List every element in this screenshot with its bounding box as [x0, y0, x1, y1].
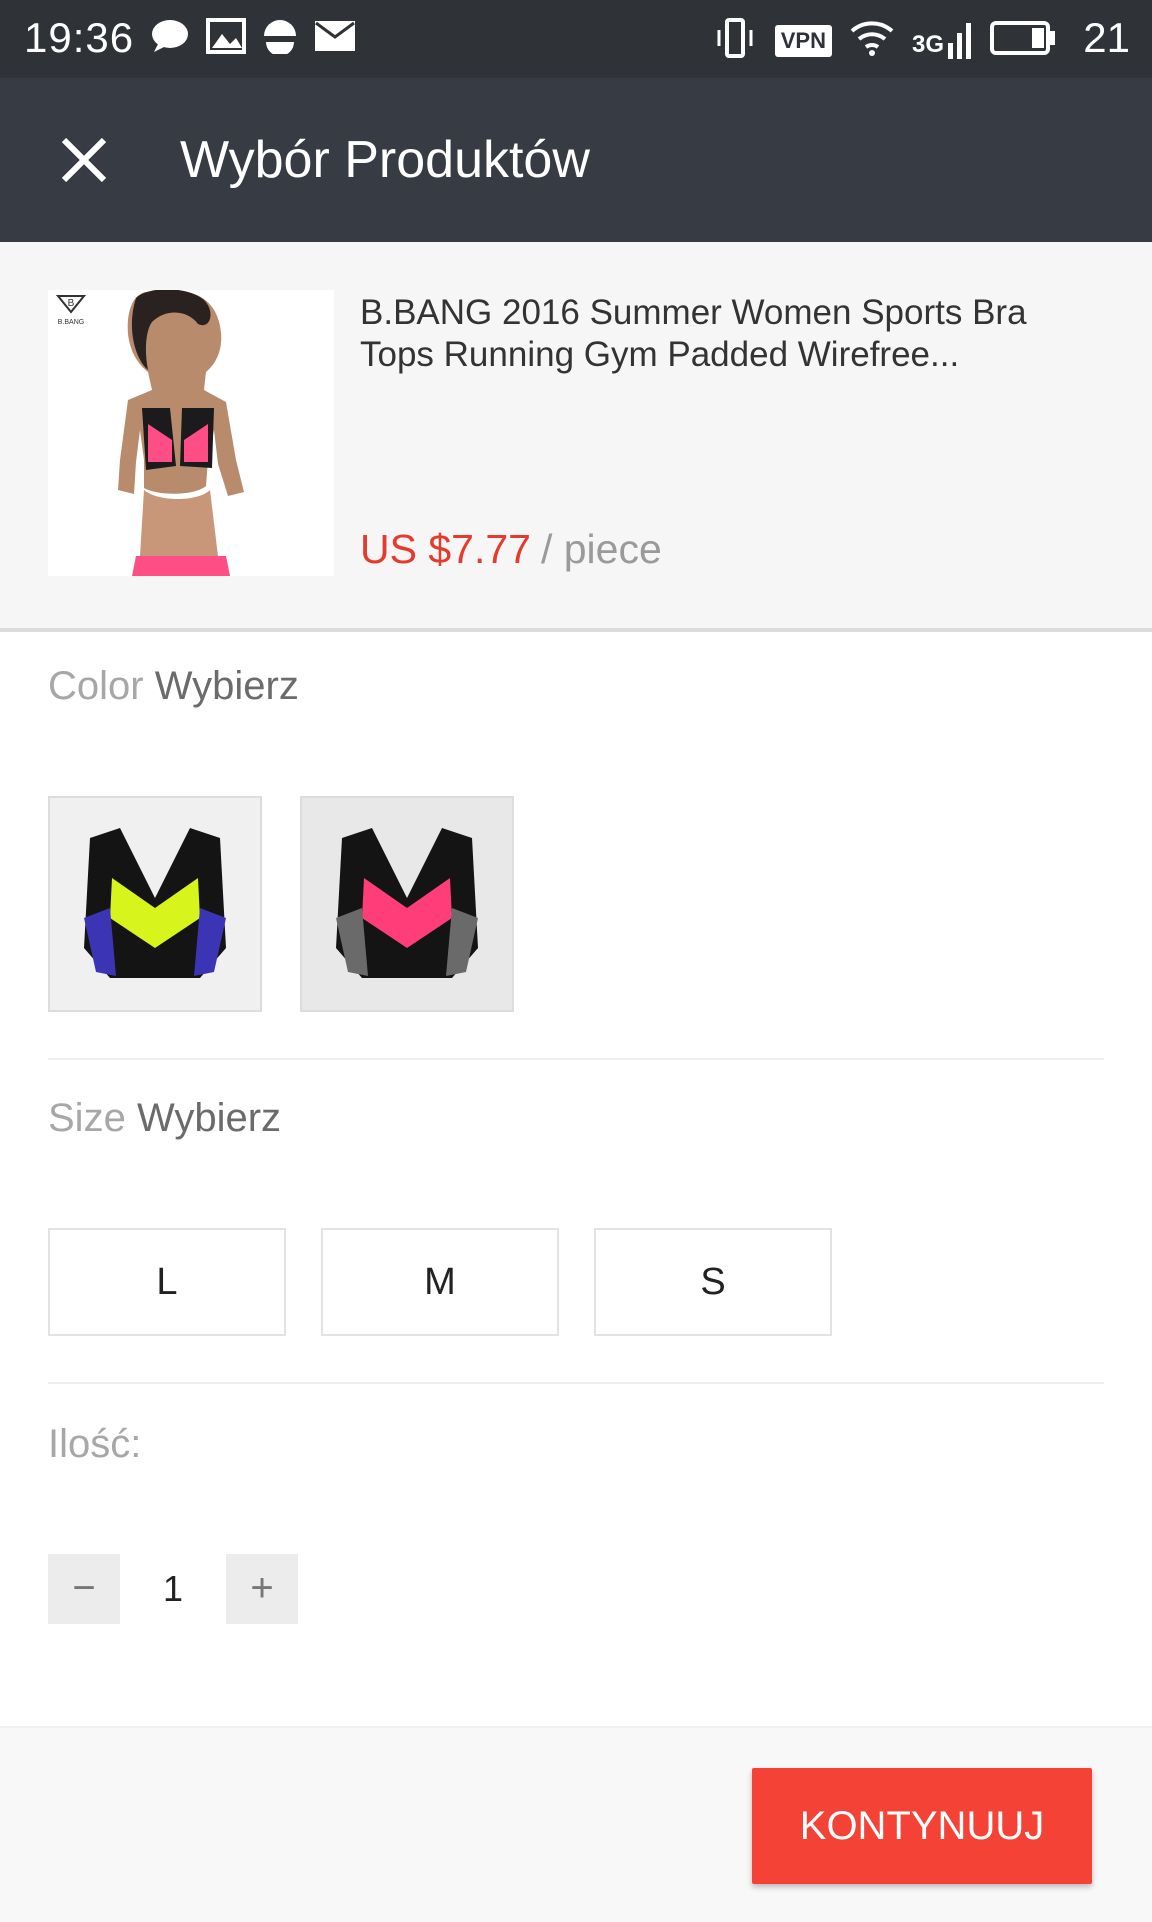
close-icon	[61, 137, 107, 183]
page-title: Wybór Produktów	[180, 131, 590, 189]
network-type-label: 3G	[911, 30, 944, 58]
size-label: Size	[48, 1096, 126, 1140]
quantity-value[interactable]: 1	[120, 1554, 226, 1624]
product-price: US $7.77	[360, 526, 531, 572]
product-header: B B.BANG B.BANG 2016 Summer Women Sports…	[0, 242, 1152, 632]
signal-icon: 3G	[911, 22, 972, 59]
color-label: Color	[48, 664, 144, 708]
size-option-l[interactable]: L	[48, 1228, 286, 1336]
status-left-icons	[150, 18, 356, 59]
size-select-prompt: Wybierz	[136, 1096, 282, 1140]
product-image: B B.BANG	[48, 289, 334, 576]
close-button[interactable]	[52, 128, 116, 192]
battery-percent: 21	[1083, 14, 1130, 61]
bra-yellow-blue-image	[50, 798, 260, 1010]
app-bar: Wybór Produktów	[0, 78, 1152, 242]
price-unit: / piece	[540, 526, 662, 572]
status-right-icons: VPN 3G	[713, 18, 1056, 63]
color-select-prompt: Wybierz	[154, 664, 299, 708]
vibrate-icon	[713, 18, 757, 63]
continue-button[interactable]: KONTYNUUJ	[752, 1768, 1092, 1884]
color-section-label: Color Wybierz	[48, 664, 299, 709]
status-time: 19:36	[24, 14, 135, 61]
quantity-stepper: − 1 +	[48, 1554, 298, 1624]
mail-icon	[314, 20, 356, 57]
divider	[48, 1382, 1104, 1384]
status-bar: 19:36 VPN 3G 21	[0, 0, 1152, 78]
data-saver-icon	[262, 18, 298, 59]
battery-icon	[990, 20, 1056, 61]
quantity-label: Ilość:	[48, 1422, 142, 1466]
size-section-label: Size Wybierz	[48, 1096, 281, 1141]
size-option-s[interactable]: S	[594, 1228, 832, 1336]
size-option-m[interactable]: M	[321, 1228, 559, 1336]
quantity-increase-button[interactable]: +	[226, 1554, 298, 1624]
bottom-bar: KONTYNUUJ	[0, 1726, 1152, 1922]
image-icon	[206, 18, 246, 59]
chat-icon	[150, 18, 190, 59]
color-option-yellow-blue[interactable]	[48, 796, 262, 1012]
quantity-decrease-button[interactable]: −	[48, 1554, 120, 1624]
product-title: B.BANG 2016 Summer Women Sports Bra Tops…	[360, 293, 1027, 374]
svg-text:B.BANG: B.BANG	[58, 319, 84, 326]
vpn-icon: VPN	[774, 24, 832, 57]
bra-pink-gray-image	[302, 798, 512, 1010]
color-option-pink-gray[interactable]	[300, 796, 514, 1012]
divider	[48, 1058, 1104, 1060]
svg-text:B: B	[68, 298, 75, 309]
brand-logo: B B.BANG	[55, 295, 87, 326]
wifi-icon	[850, 19, 894, 62]
price-line: US $7.77/ piece	[360, 526, 662, 573]
